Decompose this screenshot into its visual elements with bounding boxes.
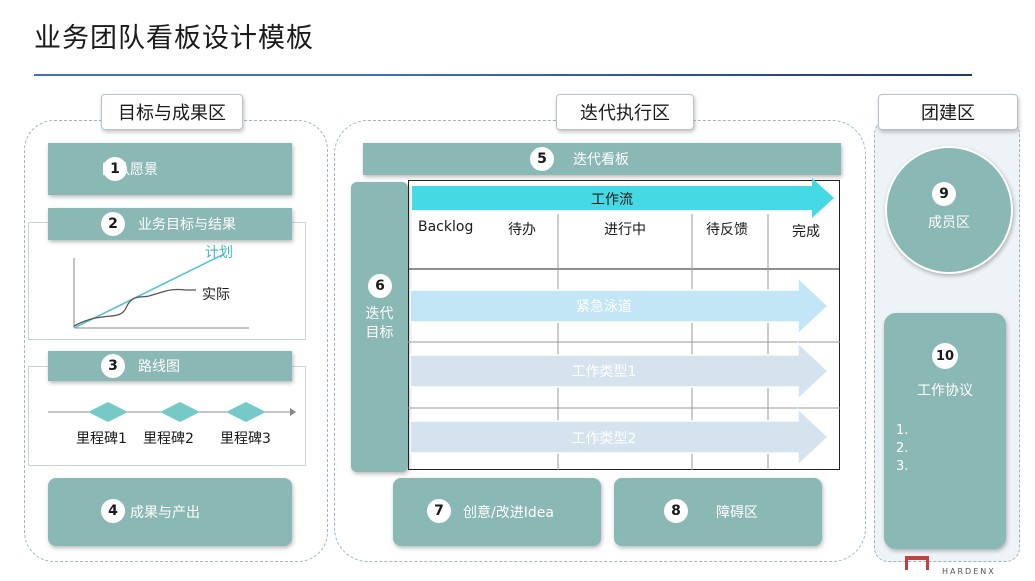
number-badge-2: 2	[101, 212, 125, 236]
iteration-goal-line-2: 目标	[365, 325, 394, 341]
column-done: 完成	[792, 224, 820, 240]
actual-label: 实际	[202, 287, 230, 303]
roadmap-label: 路线图	[138, 359, 180, 375]
timeline-arrow-head	[290, 408, 296, 416]
blocker-box: 障碍区	[614, 478, 822, 546]
working-agreement-list: 1. 2. 3.	[896, 422, 908, 476]
number-badge-8: 8	[664, 499, 688, 523]
members-label: 成员区	[928, 215, 970, 231]
plan-label: 计划	[205, 245, 233, 261]
iteration-goal-label: 迭代 目标	[351, 305, 408, 343]
number-badge-10: 10	[932, 343, 958, 369]
milestone-2-label: 里程碑2	[143, 431, 194, 447]
roadmap-timeline	[48, 402, 296, 422]
work-type-2-label: 工作类型2	[571, 431, 637, 447]
logo-mark	[905, 556, 929, 570]
team-vision-box: 团队愿景	[48, 143, 292, 195]
working-agreement-label: 工作协议	[917, 383, 973, 399]
milestone-marker-2	[160, 402, 200, 422]
title-divider	[34, 74, 972, 76]
iteration-kanban-bar: 迭代看板	[363, 143, 841, 175]
team-zone-tab: 团建区	[878, 94, 1018, 130]
agreement-item-1: 1.	[896, 423, 909, 438]
outcome-box: 成果与产出	[48, 478, 292, 546]
work-type-1-label: 工作类型1	[571, 364, 637, 380]
number-badge-9: 9	[932, 182, 956, 206]
workflow-label: 工作流	[591, 192, 633, 208]
column-todo: 待办	[508, 222, 536, 238]
outcome-label: 成果与产出	[130, 505, 200, 521]
number-badge-4: 4	[101, 499, 125, 523]
business-goals-box: 业务目标与结果	[48, 208, 292, 240]
number-badge-5: 5	[530, 147, 554, 171]
number-badge-3: 3	[101, 354, 125, 378]
iteration-kanban-label: 迭代看板	[573, 152, 629, 168]
milestone-3-label: 里程碑3	[220, 431, 271, 447]
urgent-lane-label: 紧急泳道	[576, 299, 632, 315]
agreement-item-3: 3.	[896, 459, 909, 474]
business-goals-label: 业务目标与结果	[138, 217, 236, 233]
page-title: 业务团队看板设计模板	[34, 23, 314, 54]
milestone-marker-3	[226, 402, 266, 422]
actual-line	[73, 288, 196, 327]
milestone-marker-1	[88, 402, 128, 422]
iteration-zone-tab: 迭代执行区	[556, 94, 694, 130]
number-badge-1: 1	[103, 157, 127, 181]
iteration-goal-line-1: 迭代	[365, 306, 394, 322]
column-backlog: Backlog	[418, 219, 474, 235]
idea-label: 创意/改进Idea	[463, 505, 554, 521]
goals-zone-tab: 目标与成果区	[101, 94, 243, 130]
column-feedback: 待反馈	[706, 222, 748, 238]
column-in-progress: 进行中	[604, 222, 646, 238]
members-circle	[885, 146, 1013, 274]
number-badge-7: 7	[427, 499, 451, 523]
idea-box: 创意/改进Idea	[393, 478, 601, 546]
milestone-1-label: 里程碑1	[76, 431, 127, 447]
roadmap-box: 路线图	[48, 351, 292, 381]
number-badge-6: 6	[368, 274, 392, 298]
blocker-label: 障碍区	[716, 505, 758, 521]
logo-text: HARDENX	[942, 567, 996, 576]
agreement-item-2: 2.	[896, 441, 909, 456]
